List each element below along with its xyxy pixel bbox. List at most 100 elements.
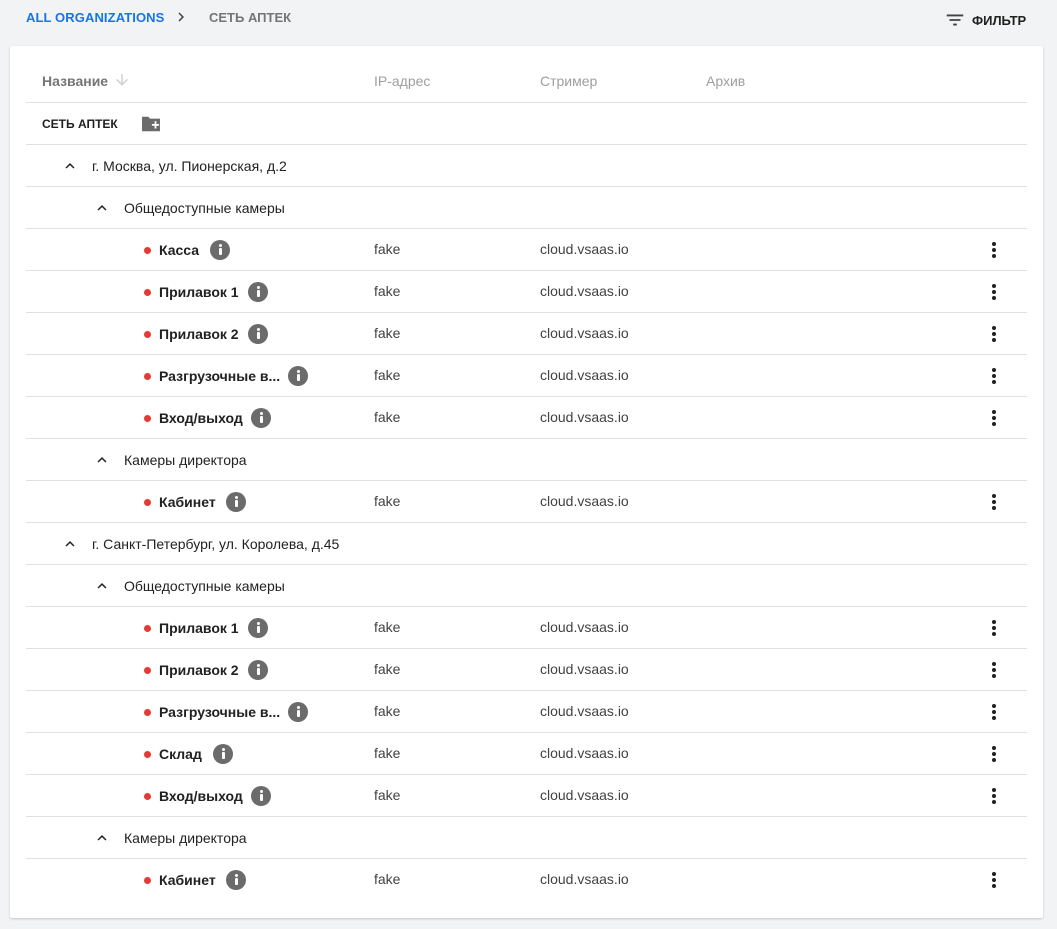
camera-row[interactable]: Кабинет fake cloud.vsaas.io <box>26 481 1027 523</box>
camera-name[interactable]: Кабинет <box>159 494 216 510</box>
more-vert-icon[interactable] <box>984 491 1004 513</box>
more-vert-icon[interactable] <box>984 365 1004 387</box>
camera-group-row[interactable]: Общедоступные камеры <box>26 187 1027 229</box>
camera-ip: fake <box>374 241 401 257</box>
camera-row[interactable]: Разгрузочные в... fake cloud.vsaas.io <box>26 691 1027 733</box>
camera-name[interactable]: Прилавок 1 <box>159 620 239 636</box>
camera-streamer: cloud.vsaas.io <box>540 493 629 509</box>
camera-row[interactable]: Прилавок 2 fake cloud.vsaas.io <box>26 649 1027 691</box>
camera-row[interactable]: Касса fake cloud.vsaas.io <box>26 229 1027 271</box>
camera-streamer: cloud.vsaas.io <box>540 745 629 761</box>
more-vert-icon[interactable] <box>984 869 1004 891</box>
info-icon[interactable] <box>251 786 271 806</box>
filter-label: ФИЛЬТР <box>972 12 1027 28</box>
chevron-up-icon[interactable] <box>93 829 111 847</box>
status-dot <box>144 877 151 884</box>
info-icon[interactable] <box>248 618 268 638</box>
camera-row[interactable]: Прилавок 1 fake cloud.vsaas.io <box>26 271 1027 313</box>
organization-title: СЕТЬ АПТЕК <box>42 117 118 131</box>
camera-name[interactable]: Кабинет <box>159 872 216 888</box>
camera-name[interactable]: Разгрузочные в... <box>159 704 280 720</box>
camera-row[interactable]: Прилавок 2 fake cloud.vsaas.io <box>26 313 1027 355</box>
camera-streamer: cloud.vsaas.io <box>540 787 629 803</box>
camera-name[interactable]: Касса <box>159 242 199 258</box>
more-vert-icon[interactable] <box>984 323 1004 345</box>
camera-name[interactable]: Вход/выход <box>159 788 243 804</box>
camera-ip: fake <box>374 787 401 803</box>
chevron-up-icon[interactable] <box>61 157 79 175</box>
more-vert-icon[interactable] <box>984 785 1004 807</box>
location-row[interactable]: г. Москва, ул. Пионерская, д.2 <box>26 145 1027 187</box>
camera-name[interactable]: Разгрузочные в... <box>159 368 280 384</box>
location-label: г. Санкт-Петербург, ул. Королева, д.45 <box>92 536 340 552</box>
chevron-up-icon[interactable] <box>61 535 79 553</box>
camera-group-row[interactable]: Камеры директора <box>26 817 1027 859</box>
chevron-up-icon[interactable] <box>93 577 111 595</box>
chevron-up-icon[interactable] <box>93 199 111 217</box>
info-icon[interactable] <box>248 324 268 344</box>
filter-button[interactable]: ФИЛЬТР <box>944 8 1026 32</box>
create-new-folder-icon[interactable] <box>140 115 162 133</box>
column-header-archive[interactable]: Архив <box>706 73 745 89</box>
column-header-streamer[interactable]: Стример <box>540 73 597 89</box>
camera-group-label: Камеры директора <box>124 452 247 468</box>
camera-ip: fake <box>374 703 401 719</box>
camera-name[interactable]: Прилавок 2 <box>159 662 239 678</box>
camera-table-card: Название IP-адрес Стример Архив СЕТЬ АПТ… <box>10 46 1043 918</box>
camera-name[interactable]: Прилавок 1 <box>159 284 239 300</box>
info-icon[interactable] <box>213 744 233 764</box>
status-dot <box>144 373 151 380</box>
column-header-ip[interactable]: IP-адрес <box>374 73 430 89</box>
status-dot <box>144 793 151 800</box>
info-icon[interactable] <box>226 492 246 512</box>
status-dot <box>144 247 151 254</box>
chevron-right-icon <box>178 12 184 22</box>
camera-group-row[interactable]: Общедоступные камеры <box>26 565 1027 607</box>
camera-streamer: cloud.vsaas.io <box>540 325 629 341</box>
camera-name[interactable]: Вход/выход <box>159 410 243 426</box>
status-dot <box>144 625 151 632</box>
camera-row[interactable]: Разгрузочные в... fake cloud.vsaas.io <box>26 355 1027 397</box>
info-icon[interactable] <box>248 282 268 302</box>
info-icon[interactable] <box>288 366 308 386</box>
camera-row[interactable]: Склад fake cloud.vsaas.io <box>26 733 1027 775</box>
camera-row[interactable]: Вход/выход fake cloud.vsaas.io <box>26 775 1027 817</box>
camera-streamer: cloud.vsaas.io <box>540 661 629 677</box>
breadcrumb-all-organizations[interactable]: ALL ORGANIZATIONS <box>26 10 164 25</box>
status-dot <box>144 331 151 338</box>
info-icon[interactable] <box>226 870 246 890</box>
more-vert-icon[interactable] <box>984 743 1004 765</box>
more-vert-icon[interactable] <box>984 239 1004 261</box>
camera-row[interactable]: Прилавок 1 fake cloud.vsaas.io <box>26 607 1027 649</box>
location-row[interactable]: г. Санкт-Петербург, ул. Королева, д.45 <box>26 523 1027 565</box>
more-vert-icon[interactable] <box>984 617 1004 639</box>
info-icon[interactable] <box>210 240 230 260</box>
camera-group-label: Общедоступные камеры <box>124 578 285 594</box>
camera-streamer: cloud.vsaas.io <box>540 241 629 257</box>
camera-row[interactable]: Кабинет fake cloud.vsaas.io <box>26 859 1027 901</box>
column-header-name[interactable]: Название <box>42 73 108 89</box>
table-header: Название IP-адрес Стример Архив <box>26 46 1027 103</box>
more-vert-icon[interactable] <box>984 281 1004 303</box>
info-icon[interactable] <box>248 660 268 680</box>
camera-name[interactable]: Прилавок 2 <box>159 326 239 342</box>
more-vert-icon[interactable] <box>984 701 1004 723</box>
camera-group-row[interactable]: Камеры директора <box>26 439 1027 481</box>
location-label: г. Москва, ул. Пионерская, д.2 <box>92 158 287 174</box>
info-icon[interactable] <box>288 702 308 722</box>
camera-ip: fake <box>374 661 401 677</box>
camera-ip: fake <box>374 871 401 887</box>
camera-row[interactable]: Вход/выход fake cloud.vsaas.io <box>26 397 1027 439</box>
chevron-up-icon[interactable] <box>93 451 111 469</box>
camera-name[interactable]: Склад <box>159 746 202 762</box>
more-vert-icon[interactable] <box>984 659 1004 681</box>
breadcrumb-current: СЕТЬ АПТЕК <box>209 10 292 25</box>
camera-ip: fake <box>374 745 401 761</box>
status-dot <box>144 667 151 674</box>
status-dot <box>144 415 151 422</box>
info-icon[interactable] <box>251 408 271 428</box>
more-vert-icon[interactable] <box>984 407 1004 429</box>
status-dot <box>144 751 151 758</box>
arrow-down-icon[interactable] <box>113 71 131 89</box>
camera-streamer: cloud.vsaas.io <box>540 619 629 635</box>
